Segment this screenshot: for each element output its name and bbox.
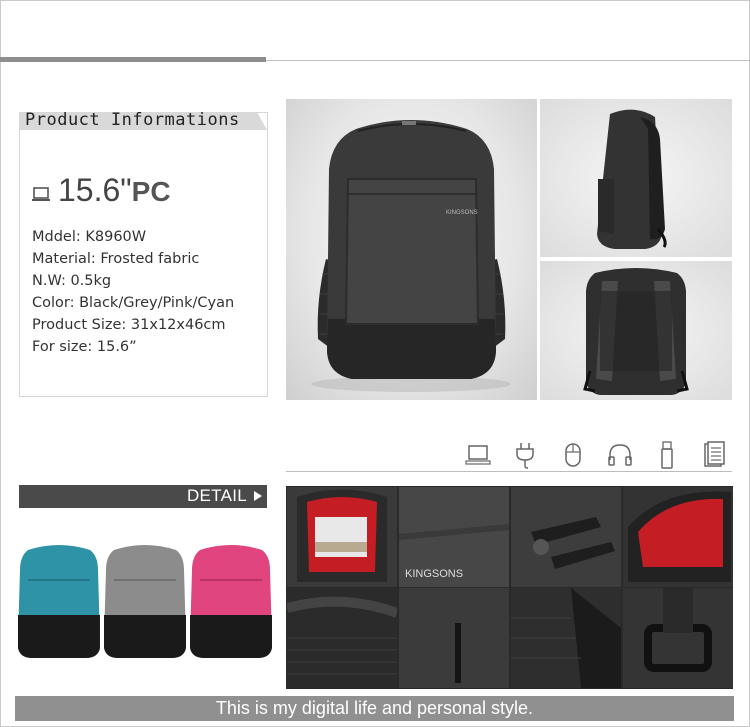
laptop-icon [463, 440, 493, 470]
screen-size-number: 15.6" [58, 172, 132, 208]
spec-for-size: For size: 15.6” [32, 339, 137, 355]
charger-plug-icon [510, 440, 540, 470]
detail-mesh-photo [287, 588, 397, 688]
screen-size-suffix: PC [131, 176, 171, 207]
detail-label: DETAIL [186, 486, 247, 505]
compatible-devices [455, 440, 735, 470]
spec-product-size: Product Size: 31x12x46cm [32, 317, 226, 333]
detail-logo-photo: KINGSONS [399, 487, 509, 587]
detail-photo-grid: KINGSONS [286, 486, 733, 689]
headphones-icon [605, 440, 635, 470]
backpack-side-photo [540, 99, 732, 257]
document-icon [699, 440, 729, 470]
screen-size: 15.6"PC [58, 172, 171, 209]
footer-banner: This is my digital life and personal sty… [15, 696, 734, 721]
backpack-front-photo: KINGSONS [286, 99, 537, 400]
color-variants-photo [14, 540, 279, 665]
usb-drive-icon [652, 440, 682, 470]
detail-header: DETAIL [19, 485, 267, 508]
detail-back-panel-photo [511, 588, 621, 688]
brand-logo-detail: KINGSONS [405, 568, 463, 580]
spec-list: Mddel: K8960W Material: Frosted fabric N… [32, 226, 234, 358]
detail-pocket-photo [623, 487, 733, 587]
detail-zipper-photo [511, 487, 621, 587]
detail-strap-buckle-photo [623, 588, 733, 688]
header-divider [0, 57, 750, 62]
brand-logo-front: KINGSONS [446, 210, 478, 216]
variant-pink [190, 545, 272, 658]
spec-material: Material: Frosted fabric [32, 251, 200, 267]
detail-fabric-photo [399, 588, 509, 688]
variant-cyan [18, 545, 100, 658]
detail-interior-photo [287, 487, 397, 587]
triangle-right-icon [254, 491, 262, 501]
laptop-icon [32, 187, 50, 201]
footer-slogan: This is my digital life and personal sty… [215, 698, 534, 718]
mouse-icon [558, 440, 588, 470]
backpack-back-photo [540, 261, 732, 400]
spec-model: Mddel: K8960W [32, 229, 147, 245]
spec-weight: N.W: 0.5kg [32, 273, 112, 289]
icons-divider [286, 471, 732, 472]
variant-grey [104, 545, 186, 658]
product-info-title: Product Informations [25, 110, 240, 130]
spec-color: Color: Black/Grey/Pink/Cyan [32, 295, 235, 311]
